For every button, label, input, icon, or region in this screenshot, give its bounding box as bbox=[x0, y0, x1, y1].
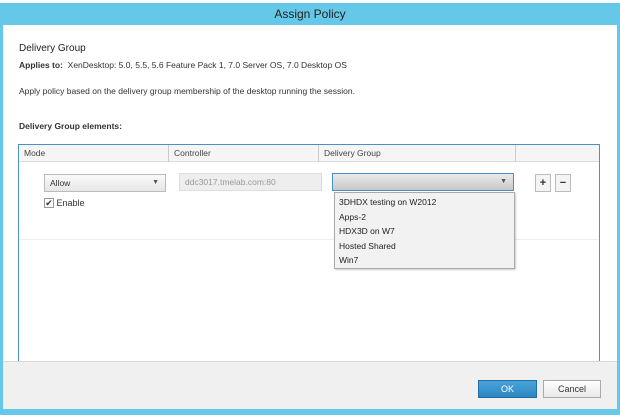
dropdown-option[interactable]: HDX3D on W7 bbox=[335, 224, 514, 239]
checkbox-checked-icon: ✔ bbox=[44, 198, 54, 208]
applies-to: Applies to: XenDesktop: 5.0, 5.5, 5.6 Fe… bbox=[19, 60, 347, 70]
delivery-group-dropdown: 3DHDX testing on W2012 Apps-2 HDX3D on W… bbox=[334, 192, 515, 269]
applies-value: XenDesktop: 5.0, 5.5, 5.6 Feature Pack 1… bbox=[67, 60, 347, 70]
applies-label: Applies to: bbox=[19, 60, 63, 70]
delivery-group-select[interactable]: ▼ bbox=[332, 173, 514, 191]
enable-label: Enable bbox=[56, 198, 85, 208]
ok-button[interactable]: OK bbox=[478, 380, 537, 398]
table-header: Mode Controller Delivery Group bbox=[19, 145, 599, 162]
dropdown-option[interactable]: Apps-2 bbox=[335, 210, 514, 225]
controller-input[interactable]: ddc3017.tmelab.com:80 bbox=[179, 173, 322, 191]
cancel-button[interactable]: Cancel bbox=[543, 380, 601, 398]
dialog-title: Assign Policy bbox=[274, 7, 346, 21]
remove-button[interactable]: − bbox=[555, 174, 571, 192]
column-delivery-group: Delivery Group bbox=[319, 145, 516, 162]
description: Apply policy based on the delivery group… bbox=[19, 86, 355, 96]
dropdown-option[interactable]: Win7 bbox=[335, 253, 514, 268]
mode-value: Allow bbox=[50, 178, 71, 188]
dropdown-option[interactable]: Hosted Shared bbox=[335, 239, 514, 254]
column-actions bbox=[516, 145, 601, 162]
section-title: Delivery Group bbox=[19, 43, 86, 54]
add-button[interactable]: + bbox=[535, 174, 551, 192]
elements-label: Delivery Group elements: bbox=[19, 121, 122, 131]
column-controller: Controller bbox=[169, 145, 319, 162]
chevron-down-icon: ▼ bbox=[500, 178, 507, 185]
delivery-group-table: Mode Controller Delivery Group Allow ▼ dd… bbox=[18, 144, 600, 369]
enable-checkbox[interactable]: ✔ Enable bbox=[44, 198, 85, 208]
dialog-body: Delivery Group Applies to: XenDesktop: 5… bbox=[3, 25, 617, 369]
dropdown-option[interactable]: 3DHDX testing on W2012 bbox=[335, 195, 514, 210]
assign-policy-dialog: Assign Policy Delivery Group Applies to:… bbox=[0, 3, 620, 415]
mode-select[interactable]: Allow ▼ bbox=[44, 174, 166, 192]
chevron-down-icon: ▼ bbox=[152, 179, 159, 186]
dialog-footer: OK Cancel bbox=[3, 361, 617, 409]
column-mode: Mode bbox=[19, 145, 169, 162]
